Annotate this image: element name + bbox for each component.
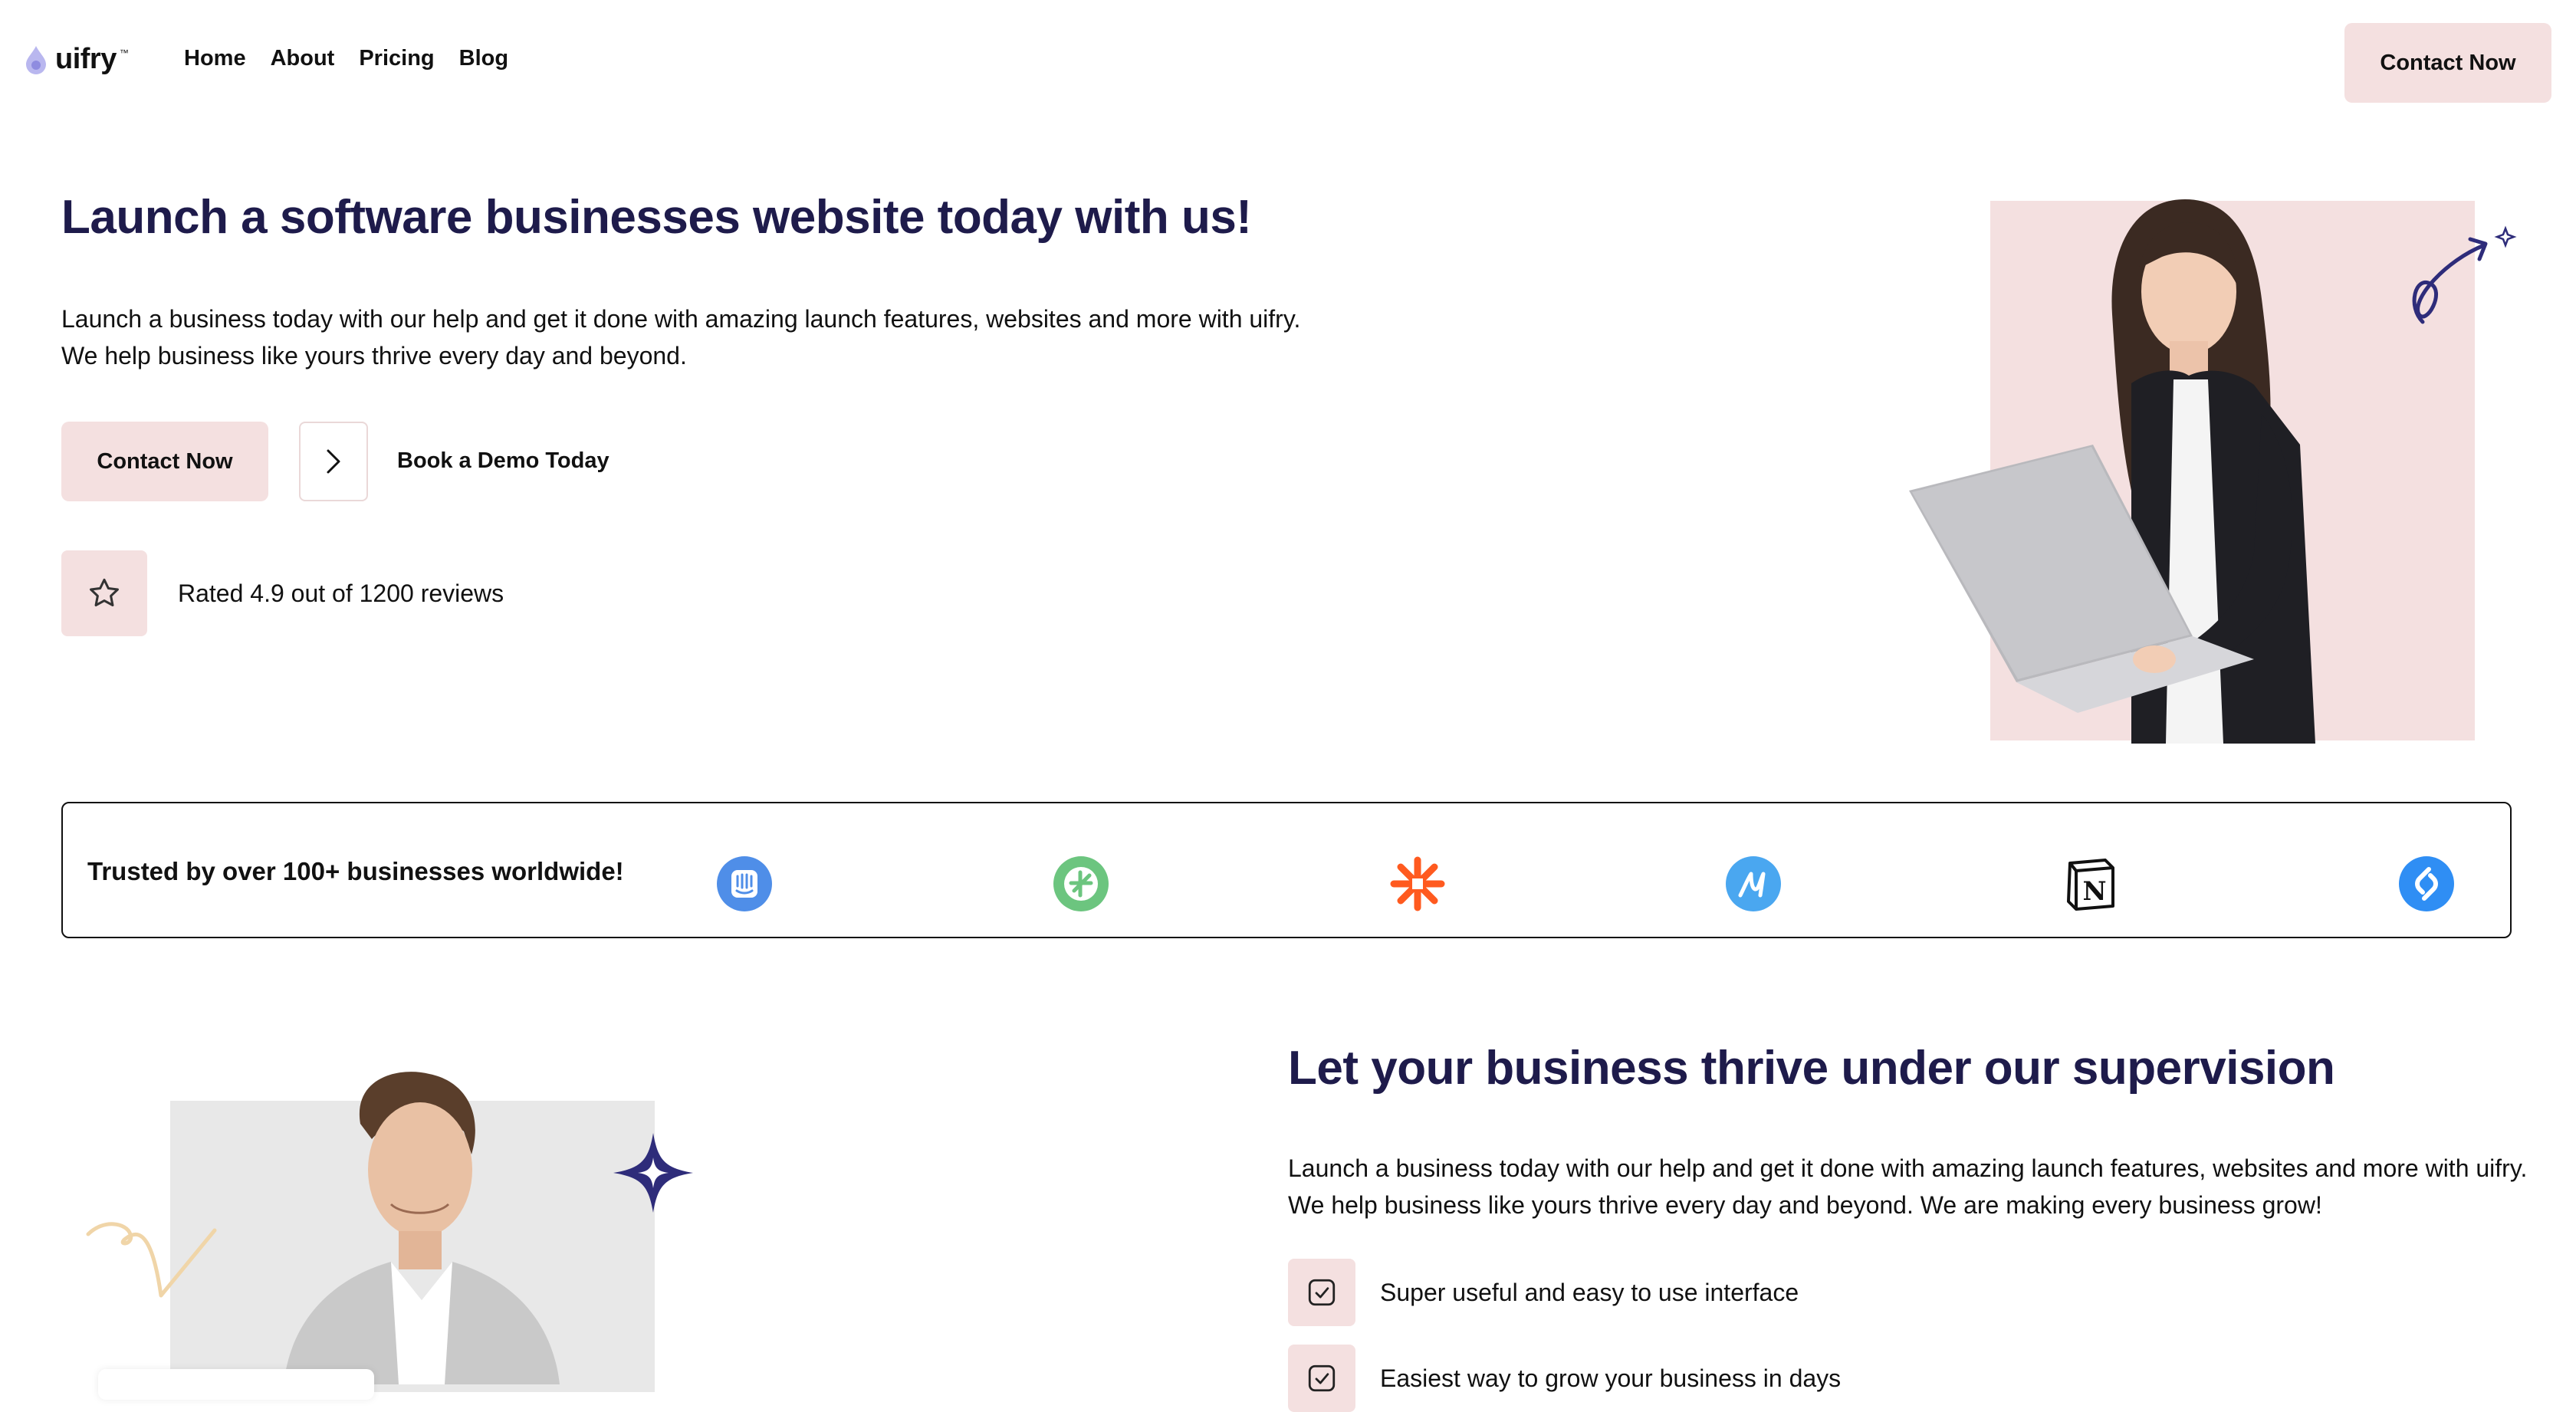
- nav-home[interactable]: Home: [184, 46, 246, 71]
- nav-about[interactable]: About: [271, 46, 335, 71]
- svg-text:N: N: [2082, 876, 2106, 907]
- sparkle-star-decoration: [613, 1133, 693, 1213]
- checkbox-icon: [1308, 1364, 1336, 1392]
- section-description: Launch a business today with our help an…: [1288, 1154, 2528, 1219]
- hero-description: Launch a business today with our help an…: [61, 305, 1301, 369]
- doodle-arrow-decoration: [2412, 225, 2517, 324]
- contact-now-hero-button[interactable]: Contact Now: [61, 422, 268, 501]
- floating-card: [98, 1369, 374, 1400]
- rating-star-badge: [61, 550, 147, 636]
- logo-trademark: ™: [119, 47, 129, 58]
- rating-text: Rated 4.9 out of 1200 reviews: [178, 580, 504, 607]
- man-portrait-image: [284, 1072, 560, 1384]
- book-demo-link[interactable]: Book a Demo Today: [397, 448, 610, 474]
- trusted-by-text: Trusted by over 100+ businesses worldwid…: [87, 857, 624, 885]
- doodle-squiggle-decoration: [86, 1222, 217, 1298]
- notion-icon: N: [2067, 859, 2114, 911]
- feature-item: Easiest way to grow your business in day…: [1380, 1364, 1842, 1392]
- hero-title: Launch a software businesses website tod…: [61, 191, 1252, 244]
- feature-item: Super useful and easy to use interface: [1380, 1279, 1799, 1306]
- intercom-icon: [717, 856, 772, 911]
- woman-with-laptop-image: [1909, 199, 2315, 744]
- feature-check-badge: [1288, 1259, 1355, 1326]
- tripadvisor-icon: [1053, 856, 1109, 911]
- maze-icon: [1726, 856, 1781, 911]
- main-nav: Home About Pricing Blog: [184, 46, 508, 71]
- logo-icon: [26, 45, 46, 74]
- contact-now-nav-button[interactable]: Contact Now: [2344, 23, 2551, 103]
- nav-blog[interactable]: Blog: [459, 46, 508, 71]
- logo-text: uifry: [55, 43, 117, 75]
- nav-pricing[interactable]: Pricing: [359, 46, 434, 71]
- shazam-icon: [2399, 856, 2454, 911]
- section-title: Let your business thrive under our super…: [1288, 1042, 2335, 1095]
- feature-check-badge: [1288, 1345, 1355, 1412]
- star-icon: [90, 578, 119, 607]
- chevron-right-icon: [327, 449, 340, 474]
- checkbox-icon: [1308, 1279, 1336, 1306]
- book-demo-arrow-button[interactable]: [299, 422, 368, 501]
- logo[interactable]: uifry ™: [23, 43, 129, 76]
- zapier-icon: [1390, 856, 1445, 911]
